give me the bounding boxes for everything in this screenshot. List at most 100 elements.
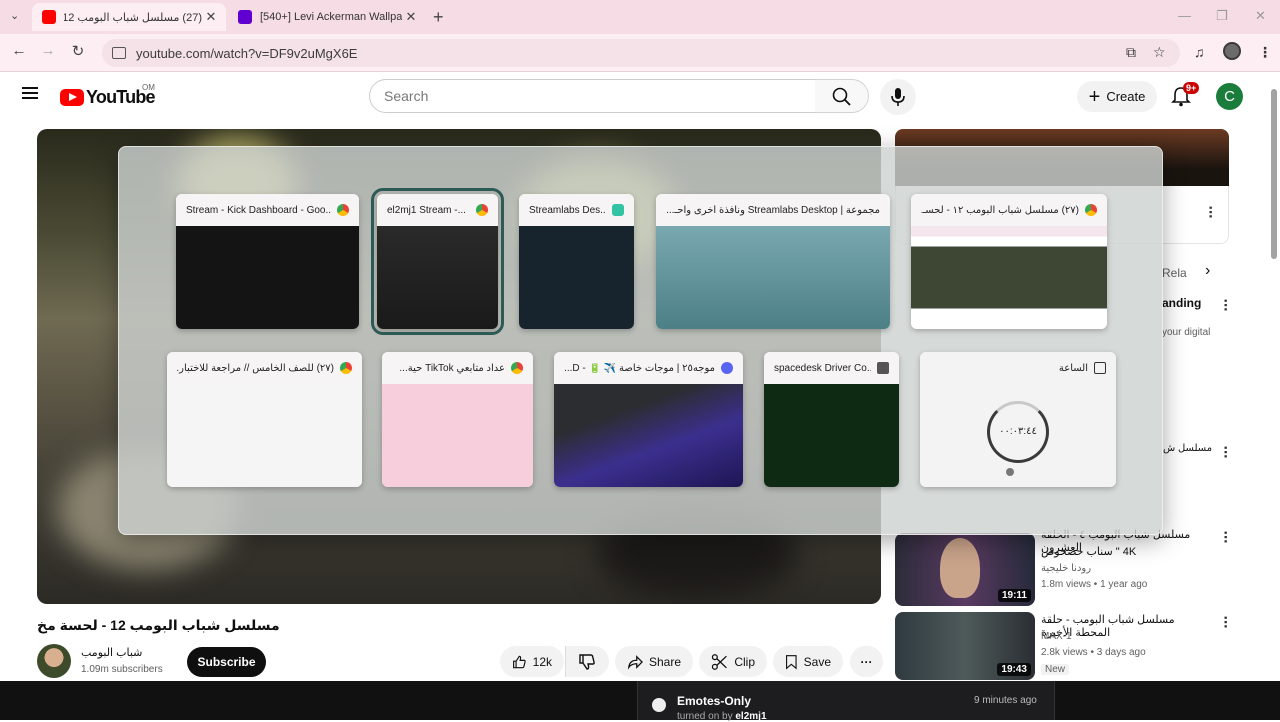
rec-title: مسلسل ش [1163,443,1213,454]
search-button[interactable] [815,79,869,113]
youtube-header: YouTube OM Search + Create 9+ C [0,73,1268,121]
chrome-icon [340,362,352,374]
window-title: عداد متابعي TikTok حية... [399,362,505,374]
discord-icon [721,362,733,374]
task-window-discord[interactable]: موجه٢٥ | موجات خاصة ✈️ 🔋 - D... [554,352,743,487]
task-window-review[interactable]: (٢٧) للصف الخامس // مراجعة للاختبار... [167,352,362,487]
search-icon [832,87,851,106]
chat-notice-time: 9 minutes ago [974,695,1037,706]
search-placeholder: Search [384,88,429,104]
channel-avatar[interactable] [37,644,71,678]
window-preview [176,226,359,329]
clip-button[interactable]: Clip [699,646,767,677]
hamburger-menu-icon[interactable] [22,87,38,99]
task-window-youtube[interactable]: (٢٧) مسلسل شباب البومب ١٢ - لحسـ... [911,194,1107,329]
create-label: Create [1106,89,1146,104]
new-tab-button[interactable]: + [433,7,444,28]
task-window-spacedesk[interactable]: spacedesk Driver Co... [764,352,899,487]
media-control-icon[interactable]: ♫ [1194,44,1205,60]
more-options-icon[interactable]: ··· [1215,616,1233,629]
scrollbar-thumb[interactable] [1271,89,1277,259]
more-actions-button[interactable]: ··· [850,646,883,677]
stopwatch-play-icon[interactable] [1006,468,1014,476]
task-view-overlay: Stream - Kick Dashboard - Goo... el2mj1 … [118,146,1163,535]
omnibox[interactable]: youtube.com/watch?v=DF9v2uMgX6E [102,39,1180,67]
share-label: Share [648,654,681,669]
window-title: Streamlabs Des... [529,204,606,216]
clock-app-icon [1094,362,1106,374]
maximize-button[interactable]: ❐ [1216,8,1228,24]
account-avatar[interactable]: C [1216,83,1243,110]
window-preview [377,226,498,329]
window-title: موجه٢٥ | موجات خاصة ✈️ 🔋 - D... [564,362,715,374]
create-button[interactable]: + Create [1077,81,1157,112]
browser-menu-icon[interactable]: ⋮ [1258,44,1272,61]
tab-close-icon[interactable]: ✕ [402,9,420,25]
like-button[interactable]: 12k [500,646,564,677]
share-icon [627,654,643,670]
chrome-icon [1085,204,1097,216]
rec-channel: MAX-1 [1041,631,1072,642]
window-title: Stream - Kick Dashboard - Goo... [186,204,331,216]
more-options-icon[interactable]: ··· [1200,206,1218,219]
tab-youtube[interactable]: (27) مسلسل شباب البومب 12 - ✕ [32,3,226,31]
browser-tab-bar: ⌄ (27) مسلسل شباب البومب 12 - ✕ [540+] L… [0,0,1280,34]
window-preview [554,384,743,487]
task-window-el2mj1-stream[interactable]: el2mj1 Stream -... [371,188,504,335]
forward-arrow-icon[interactable]: → [38,42,58,59]
related-chip[interactable]: Rela [1162,266,1187,280]
install-app-icon[interactable]: ⧉ [1126,44,1136,61]
recommendation-thumbnail[interactable]: 19:11 [895,533,1035,606]
voice-search-button[interactable] [880,79,916,115]
share-button[interactable]: Share [615,646,693,677]
more-options-icon[interactable]: ··· [1215,531,1233,544]
stopwatch-time: ٠٠:٠٣:٤٤ [999,426,1037,437]
task-window-tiktok-counter[interactable]: عداد متابعي TikTok حية... [382,352,533,487]
chrome-icon [511,362,523,374]
tab-close-icon[interactable]: ✕ [202,9,220,25]
task-window-clock[interactable]: الساعة ٠٠:٠٣:٤٤ [920,352,1116,487]
address-bar-row: ← → ↻ youtube.com/watch?v=DF9v2uMgX6E ⧉ … [0,34,1280,72]
more-options-icon[interactable]: ··· [1215,446,1233,459]
browser-profile-avatar[interactable] [1223,42,1241,60]
recommendation-thumbnail[interactable]: 19:43 [895,612,1035,680]
channel-name[interactable]: شباب البومب [81,646,142,659]
rec-channel: رودنا خليجية [1041,563,1092,574]
chat-notice: Emotes-Only 9 minutes ago turned on by e… [637,681,1055,722]
bookmark-star-icon[interactable]: ☆ [1153,44,1166,61]
tab-search-chevron-icon[interactable]: ⌄ [10,9,19,22]
reload-icon[interactable]: ↻ [68,42,88,60]
chat-notice-prefix: turned on by [677,711,736,722]
youtube-favicon-icon [42,10,56,24]
site-info-icon[interactable] [112,47,126,59]
chat-notice-title: Emotes-Only [677,694,752,708]
save-button[interactable]: Save [773,646,843,677]
tab-levi-wallpaper[interactable]: [540+] Levi Ackerman Wallpape ✕ [228,3,426,31]
rec-meta: 2.8k views • 3 days ago [1041,647,1146,658]
subscribe-button[interactable]: Subscribe [187,647,266,677]
task-window-streamlabs[interactable]: Streamlabs Des... [519,194,634,329]
more-options-icon[interactable]: ··· [1215,299,1233,312]
country-code: OM [142,83,155,92]
task-window-streamlabs-group[interactable]: مجموعة | Streamlabs Desktop ونافذة أخرى … [656,194,890,329]
chips-next-chevron-icon[interactable]: › [1205,262,1210,280]
task-window-kick-dashboard[interactable]: Stream - Kick Dashboard - Goo... [176,194,359,329]
close-window-button[interactable]: ✕ [1255,8,1266,24]
chat-notice-sub: turned on by el2mj1 [677,711,767,722]
window-title: الساعة [1058,362,1088,374]
url-text: youtube.com/watch?v=DF9v2uMgX6E [136,45,358,61]
youtube-play-icon [60,89,84,106]
scissors-icon [711,653,727,670]
window-preview [382,384,533,487]
back-arrow-icon[interactable]: ← [9,42,29,59]
youtube-logo[interactable]: YouTube OM [60,83,156,108]
tab-title: (27) مسلسل شباب البومب 12 - [64,11,202,24]
dislike-button[interactable] [565,646,609,677]
video-duration: 19:11 [997,589,1031,602]
page-scrollbar[interactable] [1268,73,1280,681]
subscriber-count: 1.09m subscribers [81,664,163,675]
streamlabs-icon [612,204,624,216]
new-badge: New [1041,664,1070,675]
minimize-button[interactable]: — [1178,8,1191,23]
search-input[interactable]: Search [369,79,816,113]
